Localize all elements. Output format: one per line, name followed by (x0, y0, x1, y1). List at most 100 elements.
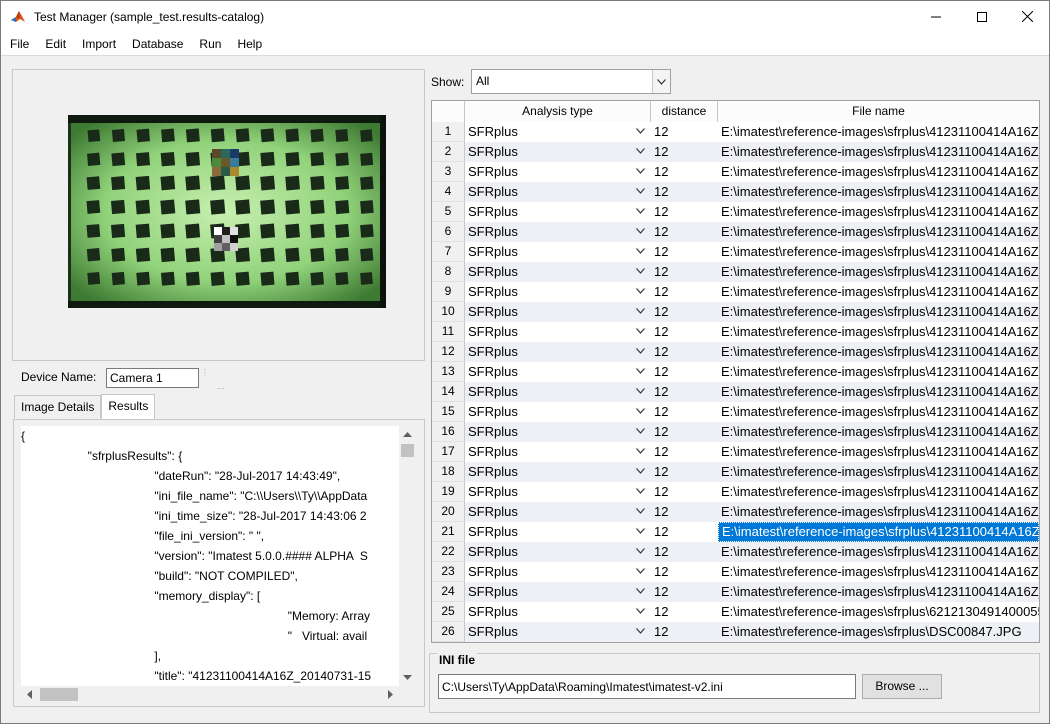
chevron-down-icon[interactable] (636, 168, 645, 174)
table-row[interactable]: 6 SFRplus 12 E:\imatest\reference-images\sf… (432, 222, 1039, 242)
file-name-cell[interactable]: E:\imatest\reference-images\sfrplus\4123… (718, 422, 1039, 442)
chevron-down-icon[interactable] (636, 148, 645, 154)
hscroll-thumb[interactable] (40, 688, 78, 701)
row-number[interactable]: 16 (432, 422, 465, 442)
ini-file-path-input[interactable] (438, 674, 856, 699)
chevron-down-icon[interactable] (636, 568, 645, 574)
analysis-type-cell[interactable]: SFRplus (465, 282, 651, 302)
table-row[interactable]: 4 SFRplus 12 E:\imatest\reference-images\sf… (432, 182, 1039, 202)
table-row[interactable]: 13 SFRplus 12 E:\imatest\reference-images\s… (432, 362, 1039, 382)
distance-cell[interactable]: 12 (651, 342, 718, 362)
file-name-cell[interactable]: E:\imatest\reference-images\sfrplus\4123… (718, 462, 1039, 482)
row-number[interactable]: 22 (432, 542, 465, 562)
file-name-cell[interactable]: E:\imatest\reference-images\sfrplus\6212… (718, 602, 1039, 622)
distance-cell[interactable]: 12 (651, 362, 718, 382)
row-number[interactable]: 18 (432, 462, 465, 482)
scroll-up-icon[interactable] (399, 426, 416, 443)
analysis-type-cell[interactable]: SFRplus (465, 462, 651, 482)
file-name-cell[interactable]: E:\imatest\reference-images\sfrplus\4123… (718, 182, 1039, 202)
row-number[interactable]: 9 (432, 282, 465, 302)
analysis-type-cell[interactable]: SFRplus (465, 262, 651, 282)
analysis-type-cell[interactable]: SFRplus (465, 422, 651, 442)
analysis-type-cell[interactable]: SFRplus (465, 482, 651, 502)
chevron-down-icon[interactable] (636, 548, 645, 554)
tab-image-details[interactable]: Image Details (14, 395, 102, 418)
analysis-type-cell[interactable]: SFRplus (465, 162, 651, 182)
analysis-type-cell[interactable]: SFRplus (465, 442, 651, 462)
row-number[interactable]: 10 (432, 302, 465, 322)
file-name-cell[interactable]: E:\imatest\reference-images\sfrplus\4123… (718, 142, 1039, 162)
distance-cell[interactable]: 12 (651, 382, 718, 402)
row-number[interactable]: 19 (432, 482, 465, 502)
distance-cell[interactable]: 12 (651, 262, 718, 282)
distance-cell[interactable]: 12 (651, 142, 718, 162)
analysis-type-cell[interactable]: SFRplus (465, 322, 651, 342)
menu-help[interactable]: Help (229, 32, 270, 56)
analysis-type-cell[interactable]: SFRplus (465, 142, 651, 162)
table-row[interactable]: 10 SFRplus 12 E:\imatest\reference-images\s… (432, 302, 1039, 322)
row-number[interactable]: 6 (432, 222, 465, 242)
analysis-type-cell[interactable]: SFRplus (465, 622, 651, 642)
analysis-type-cell[interactable]: SFRplus (465, 402, 651, 422)
row-number[interactable]: 13 (432, 362, 465, 382)
row-number[interactable]: 24 (432, 582, 465, 602)
chevron-down-icon[interactable] (636, 308, 645, 314)
analysis-type-cell[interactable]: SFRplus (465, 202, 651, 222)
analysis-type-cell[interactable]: SFRplus (465, 122, 651, 142)
row-number[interactable]: 5 (432, 202, 465, 222)
show-filter-select[interactable]: All (471, 69, 671, 94)
distance-cell[interactable]: 12 (651, 582, 718, 602)
table-row[interactable]: 20 SFRplus 12 E:\imatest\reference-images\s… (432, 502, 1039, 522)
file-name-cell[interactable]: E:\imatest\reference-images\sfrplus\4123… (718, 342, 1039, 362)
table-row[interactable]: 24 SFRplus 12 E:\imatest\reference-images\s… (432, 582, 1039, 602)
maximize-button[interactable] (959, 1, 1005, 32)
analysis-type-cell[interactable]: SFRplus (465, 302, 651, 322)
row-number[interactable]: 11 (432, 322, 465, 342)
file-name-cell[interactable]: E:\imatest\reference-images\sfrplus\4123… (718, 522, 1039, 542)
close-button[interactable] (1004, 1, 1050, 32)
file-name-cell[interactable]: E:\imatest\reference-images\sfrplus\4123… (718, 382, 1039, 402)
table-row[interactable]: 9 SFRplus 12 E:\imatest\reference-images\sf… (432, 282, 1039, 302)
chevron-down-icon[interactable] (636, 328, 645, 334)
row-number[interactable]: 14 (432, 382, 465, 402)
browse-button[interactable]: Browse ... (862, 674, 942, 699)
distance-cell[interactable]: 12 (651, 542, 718, 562)
analysis-type-cell[interactable]: SFRplus (465, 542, 651, 562)
distance-cell[interactable]: 12 (651, 422, 718, 442)
file-name-cell[interactable]: E:\imatest\reference-images\sfrplus\4123… (718, 242, 1039, 262)
row-number[interactable]: 4 (432, 182, 465, 202)
analysis-type-cell[interactable]: SFRplus (465, 342, 651, 362)
distance-cell[interactable]: 12 (651, 562, 718, 582)
chevron-down-icon[interactable] (636, 468, 645, 474)
analysis-type-cell[interactable]: SFRplus (465, 242, 651, 262)
results-horizontal-scrollbar[interactable] (21, 686, 399, 703)
splitter-grip-icon[interactable]: ⋯ (217, 385, 227, 393)
file-name-cell[interactable]: E:\imatest\reference-images\sfrplus\4123… (718, 202, 1039, 222)
chevron-down-icon[interactable] (636, 628, 645, 634)
row-number[interactable]: 2 (432, 142, 465, 162)
table-row[interactable]: 3 SFRplus 12 E:\imatest\reference-images\sf… (432, 162, 1039, 182)
row-number[interactable]: 8 (432, 262, 465, 282)
chevron-down-icon[interactable] (636, 488, 645, 494)
column-distance[interactable]: distance (651, 101, 718, 122)
row-number[interactable]: 25 (432, 602, 465, 622)
scroll-left-icon[interactable] (21, 686, 38, 703)
chevron-down-icon[interactable] (636, 348, 645, 354)
chevron-down-icon[interactable] (636, 268, 645, 274)
chevron-down-icon[interactable] (636, 248, 645, 254)
results-json-text[interactable]: { "sfrplusResults": { "dateRun": "28-Jul… (21, 426, 399, 686)
analysis-type-cell[interactable]: SFRplus (465, 602, 651, 622)
title-bar[interactable]: Test Manager (sample_test.results-catalo… (1, 1, 1049, 32)
table-row[interactable]: 7 SFRplus 12 E:\imatest\reference-images\sf… (432, 242, 1039, 262)
file-name-cell[interactable]: E:\imatest\reference-images\sfrplus\4123… (718, 562, 1039, 582)
table-row[interactable]: 26 SFRplus 12 E:\imatest\reference-images\s… (432, 622, 1039, 642)
chevron-down-icon[interactable] (636, 608, 645, 614)
analysis-type-cell[interactable]: SFRplus (465, 382, 651, 402)
table-row[interactable]: 11 SFRplus 12 E:\imatest\reference-images\s… (432, 322, 1039, 342)
table-row[interactable]: 22 SFRplus 12 E:\imatest\reference-images\s… (432, 542, 1039, 562)
column-file-name[interactable]: File name (718, 101, 1039, 122)
table-row[interactable]: 19 SFRplus 12 E:\imatest\reference-images\s… (432, 482, 1039, 502)
file-name-cell[interactable]: E:\imatest\reference-images\sfrplus\DSC0… (718, 622, 1039, 642)
distance-cell[interactable]: 12 (651, 522, 718, 542)
table-row[interactable]: 1 SFRplus 12 E:\imatest\reference-images\sf… (432, 122, 1039, 142)
